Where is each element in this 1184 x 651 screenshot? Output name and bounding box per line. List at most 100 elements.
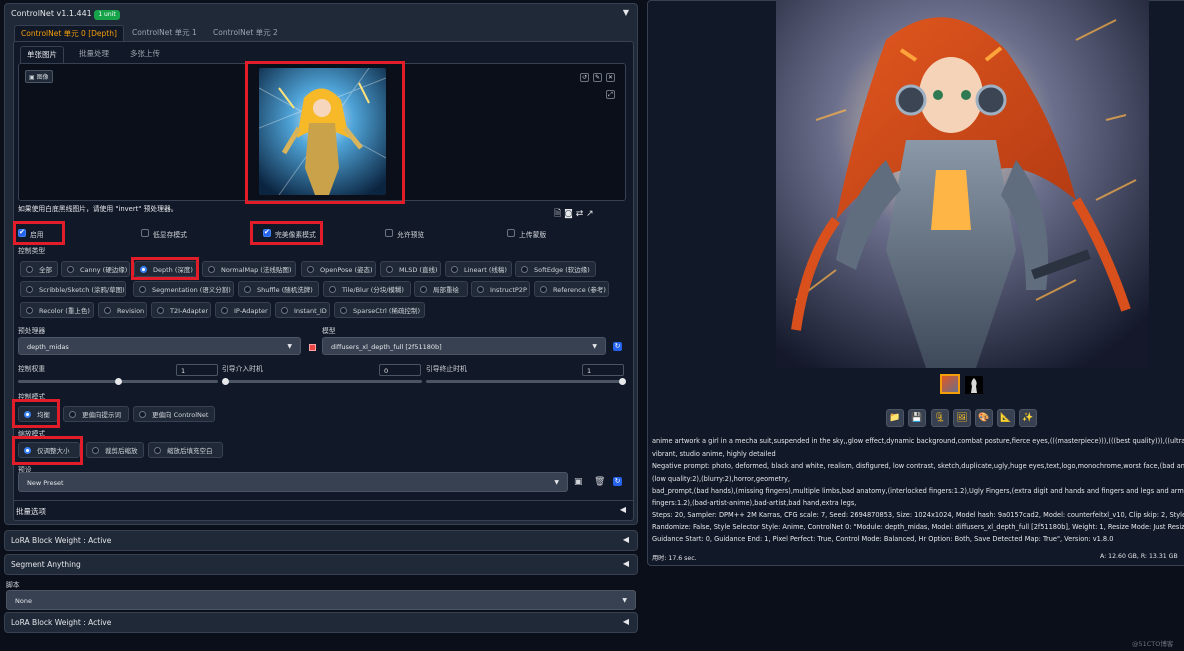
control-type-inpaint[interactable]: 局部重绘	[414, 281, 468, 297]
model-label: 模型	[322, 327, 336, 335]
edit-icon[interactable]: ✎	[593, 73, 602, 82]
control-type-instructp2p[interactable]: InstructP2P	[471, 281, 530, 297]
segment-anything-accordion[interactable]: Segment Anything ◀	[4, 554, 638, 575]
guidance-start-input[interactable]: 0	[379, 364, 421, 376]
generated-image[interactable]	[776, 0, 1149, 368]
control-type-mlsd[interactable]: MLSD (直线)	[380, 261, 441, 277]
script-label: 脚本	[6, 581, 20, 589]
thumbnail-depth-map[interactable]	[965, 376, 983, 394]
script-dropdown[interactable]: None ▼	[6, 590, 636, 610]
control-type-normalmap[interactable]: NormalMap (法线贴图)	[202, 261, 296, 277]
guidance-end-input[interactable]: 1	[582, 364, 624, 376]
lora-block-weight-label-2: LoRA Block Weight : Active	[11, 618, 112, 627]
highlight-depth	[131, 257, 199, 280]
tab-unit-1[interactable]: ControlNet 单元 1	[126, 25, 203, 41]
undo-icon[interactable]: ↺	[580, 73, 589, 82]
weight-slider[interactable]	[18, 378, 218, 385]
open-folder-icon[interactable]: 📁	[886, 409, 904, 427]
control-type-segmentation-label: Segmentation (语义分割)	[152, 286, 231, 294]
info-line: anime artwork a girl in a mecha suit,sus…	[652, 437, 1184, 445]
control-type-sparsectrl[interactable]: SparseCtrl (稀疏控制)	[334, 302, 425, 318]
thumbnail-result[interactable]	[940, 374, 960, 394]
save-icon[interactable]: 💾	[908, 409, 926, 427]
run-preprocessor-icon[interactable]	[309, 344, 316, 351]
tab-unit-1-label: ControlNet 单元 1	[132, 28, 197, 37]
control-type-openpose-label: OpenPose (姿态)	[320, 266, 373, 274]
tab-unit-2[interactable]: ControlNet 单元 2	[207, 25, 284, 41]
control-type-softedge-label: SoftEdge (软边缘)	[534, 266, 590, 274]
send-to-inpaint-icon[interactable]: 🎨	[975, 409, 993, 427]
guidance-start-value: 0	[384, 367, 389, 375]
control-type-softedge[interactable]: SoftEdge (软边缘)	[515, 261, 596, 277]
control-type-t2i-adapter-label: T2I-Adapter	[170, 307, 209, 315]
checkbox-preview-label: 允许预览	[397, 231, 425, 239]
resize-mode-crop[interactable]: 裁剪后缩放	[86, 442, 144, 458]
delete-preset-icon[interactable]: 🗑	[594, 477, 605, 487]
control-type-tile[interactable]: Tile/Blur (分块/模糊)	[323, 281, 411, 297]
checkbox-preview-box[interactable]	[385, 229, 393, 237]
model-value: diffusers_xl_depth_full [2f51180b]	[331, 343, 442, 351]
clear-icon[interactable]: ✕	[606, 73, 615, 82]
control-type-ip-adapter[interactable]: IP-Adapter	[215, 302, 271, 318]
control-type-shuffle[interactable]: Shuffle (随机洗牌)	[238, 281, 319, 297]
control-type-reference[interactable]: Reference (参考)	[534, 281, 609, 297]
control-type-segmentation[interactable]: Segmentation (语义分割)	[133, 281, 234, 297]
control-type-canny-label: Canny (硬边缘)	[80, 266, 128, 274]
tab-unit-2-label: ControlNet 单元 2	[213, 28, 278, 37]
chevron-down-icon: ▼	[592, 343, 597, 350]
guidance-end-slider-handle[interactable]	[619, 378, 626, 385]
tab-batch[interactable]: 批量处理	[73, 46, 115, 62]
control-type-lineart[interactable]: Lineart (线稿)	[445, 261, 512, 277]
save-preset-icon[interactable]: ▣	[574, 477, 583, 487]
send-icon[interactable]: ↗	[586, 209, 594, 219]
guidance-end-slider[interactable]	[426, 378, 626, 385]
control-type-t2i-adapter[interactable]: T2I-Adapter	[151, 302, 211, 318]
send-to-img2img-icon[interactable]: 🖼	[953, 409, 971, 427]
lora-block-weight-label: LoRA Block Weight : Active	[11, 536, 112, 545]
control-type-canny[interactable]: Canny (硬边缘)	[61, 261, 130, 277]
model-dropdown[interactable]: diffusers_xl_depth_full [2f51180b] ▼	[322, 337, 606, 355]
file-icon[interactable]: 🗎	[554, 209, 561, 219]
lora-block-weight-accordion-2[interactable]: LoRA Block Weight : Active ◀	[4, 612, 638, 633]
weight-input[interactable]: 1	[176, 364, 218, 376]
tab-single-image[interactable]: 单张图片	[20, 46, 64, 63]
guidance-start-slider-handle[interactable]	[222, 378, 229, 385]
sparkle-icon[interactable]: ✨	[1019, 409, 1037, 427]
resize-icon[interactable]: ⤢	[606, 90, 615, 99]
watermark: @51CTO博客	[1132, 640, 1174, 648]
tab-unit-0[interactable]: ControlNet 单元 0 [Depth]	[14, 25, 124, 42]
checkbox-upload-mask-box[interactable]	[507, 229, 515, 237]
control-type-scribble[interactable]: Scribble/Sketch (涂鸦/草图)	[20, 281, 126, 297]
refresh-icon[interactable]: ↻	[613, 342, 622, 351]
resize-mode-fill[interactable]: 缩放后填充空白	[148, 442, 223, 458]
control-type-all[interactable]: 全部	[20, 261, 58, 277]
control-type-sparsectrl-label: SparseCtrl (稀疏控制)	[353, 307, 420, 315]
preset-dropdown[interactable]: New Preset ▼	[18, 472, 568, 492]
guidance-start-slider[interactable]	[222, 378, 422, 385]
camera-icon[interactable]: ◙	[564, 209, 573, 219]
refresh-preset-icon[interactable]: ↻	[613, 477, 622, 486]
control-type-revision[interactable]: Revision	[98, 302, 147, 318]
control-mode-controlnet[interactable]: 更偏向 ControlNet	[133, 406, 215, 422]
control-type-instant-id[interactable]: Instant_ID	[275, 302, 330, 318]
checkbox-lowvram-box[interactable]	[141, 229, 149, 237]
control-type-lineart-label: Lineart (线稿)	[464, 266, 507, 274]
control-mode-prompt[interactable]: 更偏向提示词	[63, 406, 129, 422]
send-to-extras-icon[interactable]: 📐	[997, 409, 1015, 427]
preprocessor-dropdown[interactable]: depth_midas ▼	[18, 337, 301, 355]
collapse-icon[interactable]: ▼	[623, 8, 629, 17]
controlnet-title[interactable]: ControlNet v1.1.441 1 unit	[11, 9, 120, 20]
swap-icon[interactable]: ⇄	[576, 209, 584, 219]
control-mode-prompt-label: 更偏向提示词	[82, 411, 121, 419]
weight-slider-handle[interactable]	[115, 378, 122, 385]
control-type-reference-label: Reference (参考)	[553, 286, 606, 294]
lora-block-weight-accordion[interactable]: LoRA Block Weight : Active ◀	[4, 530, 638, 551]
vram-usage: A: 12.60 GB, R: 13.31 GB	[1100, 553, 1178, 560]
batch-options-accordion[interactable]: 批量选项 ◀	[13, 500, 634, 521]
preprocessor-value: depth_midas	[27, 343, 69, 351]
tab-multi-upload[interactable]: 多张上传	[124, 46, 166, 62]
control-type-openpose[interactable]: OpenPose (姿态)	[301, 261, 376, 277]
zip-icon[interactable]: 🗜	[931, 409, 949, 427]
control-type-recolor[interactable]: Recolor (重上色)	[20, 302, 94, 318]
image-label: ▣ 图像	[25, 70, 53, 83]
